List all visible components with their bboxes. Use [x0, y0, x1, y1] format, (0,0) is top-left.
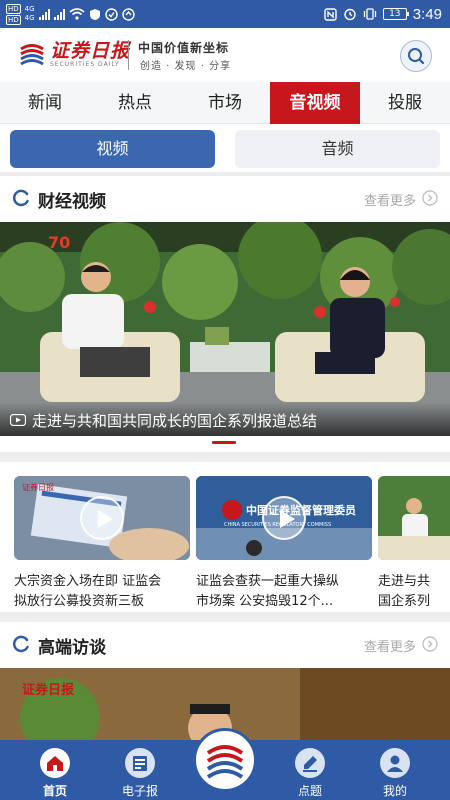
center-logo-button[interactable] [193, 728, 257, 792]
signal-icon [38, 8, 50, 20]
profile-icon [380, 748, 410, 778]
slogan-sub: 创造 · 发现 · 分享 [140, 61, 232, 72]
hd-badge-2: HD [6, 14, 21, 25]
status-bar: HD HD 4G 4G 13 3:49 [0, 0, 450, 28]
status-bar-left: HD HD 4G 4G [6, 3, 135, 25]
divider [0, 452, 450, 462]
audio-toggle-button[interactable]: 音频 [235, 130, 440, 168]
alarm-icon [344, 8, 356, 21]
featured-video-banner[interactable]: 70 走进与共和国共同成长的国企系列报道总结 [0, 222, 450, 436]
sync-icon [121, 7, 135, 21]
battery-icon: 13 [382, 8, 409, 20]
video-card[interactable]: 走进与共 国企系列 [378, 476, 450, 608]
topic-icon [295, 748, 325, 778]
video-card[interactable]: 中国证券监督管理委员 CHINA SECURITIES REGULATORY C… [196, 476, 372, 609]
tab-audio-video[interactable]: 音视频 [270, 82, 360, 124]
logo-icon [206, 745, 244, 779]
network-label-2: 4G [24, 14, 35, 22]
svg-text:证券日报: 证券日报 [22, 682, 75, 698]
header-divider [128, 40, 129, 70]
slogan-main: 中国价值新坐标 [138, 41, 230, 55]
nfc-icon [324, 7, 337, 21]
vibrate-icon [363, 8, 376, 20]
tab-topic-label: 点题 [297, 784, 322, 798]
section-title: 高端访谈 [38, 638, 106, 658]
video-toggle-button[interactable]: 视频 [10, 130, 215, 168]
chevron-right-circle-icon[interactable] [422, 190, 438, 206]
tab-epaper[interactable]: 电子报 [95, 740, 185, 800]
section-ring-icon [12, 635, 29, 653]
tab-news[interactable]: 新闻 [0, 82, 90, 124]
video-thumbnail: 中国证券监督管理委员 CHINA SECURITIES REGULATORY C… [196, 476, 372, 560]
interview-section-header: 高端访谈 查看更多 [0, 622, 450, 666]
tab-investor-service[interactable]: 投服 [360, 82, 450, 124]
status-bar-right: 13 3:49 [324, 4, 442, 24]
home-icon [40, 748, 70, 778]
hd-badge-1: HD [6, 3, 21, 14]
app-notification-icon [104, 7, 118, 21]
tab-hot[interactable]: 热点 [90, 82, 180, 124]
featured-video-title: 走进与共和国共同成长的国企系列报道总结 [32, 412, 318, 430]
see-more-link[interactable]: 查看更多 [364, 636, 416, 655]
tab-profile[interactable]: 我的 [350, 740, 440, 800]
category-tabs: 新闻 热点 市场 音视频 投服 [0, 82, 450, 124]
video-card[interactable]: 证券日报 大宗资金入场在即 证监会 拟放行公募投资新三板 [14, 476, 190, 609]
play-button[interactable] [80, 496, 124, 540]
logo-subtitle: SECURITIES DAILY [50, 61, 120, 68]
shield-icon [89, 8, 100, 20]
interview-thumb-image [378, 476, 450, 560]
chevron-right-circle-icon[interactable] [422, 636, 438, 652]
video-thumbnail [378, 476, 450, 560]
video-card-title: 证监会查获一起重大操纵 市场案 公安捣毁12个... [196, 574, 340, 609]
see-more-link[interactable]: 查看更多 [364, 190, 416, 209]
tab-profile-label: 我的 [382, 784, 407, 798]
securities-daily-logo-icon [20, 44, 44, 66]
video-card-title: 走进与共 国企系列 [378, 574, 431, 608]
video-thumbnail: 证券日报 [14, 476, 190, 560]
app-header: 证券日报 SECURITIES DAILY 中国价值新坐标 创造 · 发现 · … [0, 28, 450, 82]
section-title: 财经视频 [38, 192, 106, 212]
logo-title: 证券日报 [50, 40, 131, 62]
play-icon [280, 510, 295, 528]
finance-video-section-header: 财经视频 查看更多 [0, 176, 450, 220]
divider [0, 612, 450, 622]
network-label-1: 4G [24, 5, 35, 13]
wifi-icon [69, 8, 85, 20]
tab-home-label: 首页 [42, 784, 67, 798]
tab-epaper-label: 电子报 [121, 784, 158, 798]
signal-icon-2 [53, 8, 65, 20]
video-card-title: 大宗资金入场在即 证监会 拟放行公募投资新三板 [14, 574, 162, 609]
tab-market[interactable]: 市场 [180, 82, 270, 124]
tab-home[interactable]: 首页 [10, 740, 100, 800]
play-button[interactable] [262, 496, 306, 540]
status-time: 3:49 [412, 5, 442, 23]
search-button[interactable] [400, 40, 432, 72]
play-icon [98, 510, 113, 528]
svg-text:70: 70 [48, 233, 70, 252]
carousel-indicator [212, 441, 236, 444]
newspaper-icon [125, 748, 155, 778]
section-ring-icon [12, 189, 29, 207]
video-icon [10, 414, 26, 426]
svg-text:证券日报: 证券日报 [22, 482, 54, 492]
tab-topic[interactable]: 点题 [265, 740, 355, 800]
search-icon [408, 48, 425, 65]
